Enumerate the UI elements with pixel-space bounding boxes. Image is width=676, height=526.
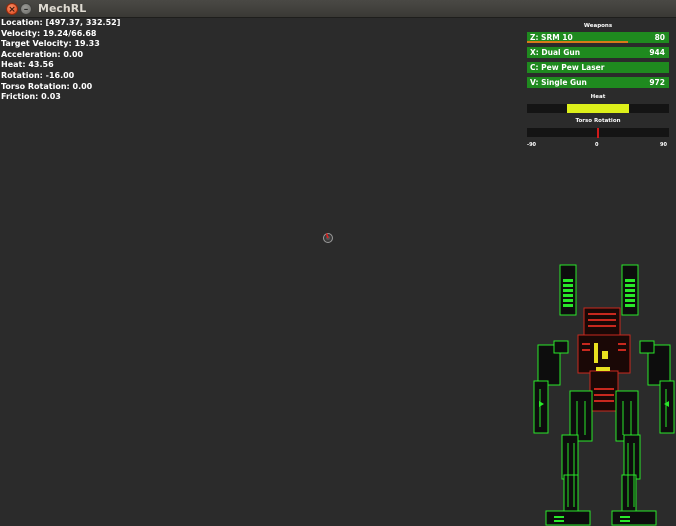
stat-target-velocity: Target Velocity: 19.33 — [1, 39, 100, 49]
right-leg-upper — [615, 390, 639, 442]
debug-stats: Location: [497.37, 332.52] Velocity: 19.… — [1, 18, 120, 103]
stat-friction: Friction: 0.03 — [1, 92, 61, 102]
right-foot — [611, 510, 657, 526]
heat-title: Heat — [590, 94, 606, 100]
window-title: MechRL — [38, 2, 87, 15]
weapon-slot-srm10[interactable]: Z: SRM 10 80 — [527, 32, 669, 43]
heat-meter-fill — [566, 104, 630, 113]
right-leg-lower — [623, 434, 641, 480]
left-foot — [545, 510, 591, 526]
torso-upper — [583, 307, 621, 339]
minimize-window-button[interactable]: – — [20, 3, 32, 15]
stat-velocity: Velocity: 19.24/66.68 — [1, 28, 97, 38]
weapon-ammo: 944 — [649, 48, 665, 57]
mech-damage-diagram — [533, 264, 675, 526]
weapon-name: X: Dual Gun — [530, 48, 581, 57]
stat-acceleration: Acceleration: 0.00 — [1, 49, 84, 59]
weapon-ammo: 972 — [649, 78, 665, 87]
weapon-slot-single-gun[interactable]: V: Single Gun 972 — [527, 77, 669, 88]
stat-location: Location: [497.37, 332.52] — [1, 18, 121, 27]
torso-rotation-needle — [597, 128, 599, 138]
torso-lower — [589, 370, 619, 412]
torso-tick-mid: 0 — [595, 142, 599, 148]
torso-tick-min: -90 — [527, 142, 537, 148]
weapon-name: V: Single Gun — [530, 78, 587, 87]
weapon-slot-pew-pew-laser[interactable]: C: Pew Pew Laser — [527, 62, 669, 73]
weapon-name: C: Pew Pew Laser — [530, 63, 605, 72]
left-leg-upper — [569, 390, 593, 442]
stat-torso-rotation: Torso Rotation: 0.00 — [1, 81, 93, 91]
torso-rotation-title: Torso Rotation — [575, 118, 621, 124]
left-leg-lower — [561, 434, 579, 480]
stat-heat: Heat: 43.56 — [1, 60, 54, 70]
weapons-title: Weapons — [583, 23, 613, 29]
game-viewport[interactable]: Location: [497.37, 332.52] Velocity: 19.… — [0, 18, 676, 526]
heat-meter — [527, 104, 669, 113]
minimize-icon: – — [23, 5, 29, 15]
player-mech-marker — [323, 233, 333, 243]
weapon-reload-bar — [527, 41, 628, 43]
torso-rotation-meter — [527, 128, 669, 138]
close-window-button[interactable]: × — [6, 3, 18, 15]
torso-tick-max: 90 — [660, 142, 667, 148]
weapon-slot-dual-gun[interactable]: X: Dual Gun 944 — [527, 47, 669, 58]
close-icon: × — [8, 5, 16, 15]
weapon-ammo: 80 — [654, 33, 665, 42]
right-arm-lower — [659, 380, 675, 434]
left-arm-lower — [533, 380, 549, 434]
window-titlebar: × – MechRL — [0, 0, 676, 18]
stat-rotation: Rotation: -16.00 — [1, 70, 75, 80]
